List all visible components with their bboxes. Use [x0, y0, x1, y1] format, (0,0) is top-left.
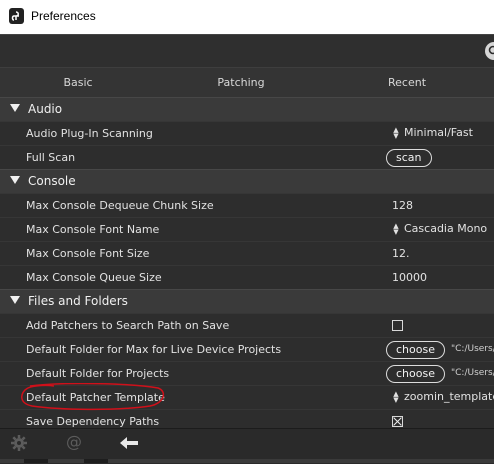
- back-arrow-icon[interactable]: [120, 437, 138, 449]
- updown-arrows-icon: ▲▼: [392, 391, 400, 403]
- red-circle-annotation: [20, 383, 166, 411]
- window-title: Preferences: [31, 9, 96, 23]
- pref-row: Full Scan scan: [0, 145, 494, 170]
- scan-button[interactable]: scan: [386, 149, 432, 167]
- section-console[interactable]: Console: [0, 169, 494, 194]
- pref-row: Max Console Font Name ▲▼ Cascadia Mono: [0, 217, 494, 242]
- pref-row: Default Folder for Max for Live Device P…: [0, 337, 494, 362]
- choose-button[interactable]: choose: [386, 341, 445, 359]
- pref-label: Max Console Queue Size: [26, 271, 162, 284]
- pref-value-field[interactable]: 128: [392, 199, 413, 212]
- pref-row: Max Console Queue Size 10000: [0, 265, 494, 290]
- tab-patching[interactable]: Patching: [217, 76, 264, 89]
- toolbar: [0, 34, 494, 68]
- console-font-menu[interactable]: ▲▼ Cascadia Mono: [392, 222, 487, 235]
- pref-row: Add Patchers to Search Path on Save: [0, 313, 494, 338]
- menu-value: zoomin_template: [404, 390, 494, 403]
- pref-row: Save Dependency Paths: [0, 409, 494, 428]
- pref-row: Audio Plug-In Scanning ▲▼ Minimal/Fast: [0, 121, 494, 146]
- save-dependency-checkbox[interactable]: [392, 416, 403, 427]
- pref-label: Save Dependency Paths: [26, 415, 159, 428]
- menu-value: Minimal/Fast: [404, 126, 473, 139]
- section-files-and-folders[interactable]: Files and Folders: [0, 289, 494, 314]
- pref-label: Max Console Font Name: [26, 223, 159, 236]
- tab-recent[interactable]: Recent: [388, 76, 426, 89]
- at-icon[interactable]: @: [66, 432, 82, 451]
- bottom-strip: [0, 459, 494, 463]
- pref-label: Max Console Font Size: [26, 247, 149, 260]
- pref-label: Add Patchers to Search Path on Save: [26, 319, 229, 332]
- pref-row: Max Console Dequeue Chunk Size 128: [0, 193, 494, 218]
- pref-label: Max Console Dequeue Chunk Size: [26, 199, 214, 212]
- pref-label: Audio Plug-In Scanning: [26, 127, 153, 140]
- menu-value: Cascadia Mono: [404, 222, 487, 235]
- folder-path: "C:/Users/o: [451, 344, 494, 354]
- pref-label: Full Scan: [26, 151, 75, 164]
- add-patchers-checkbox[interactable]: [392, 320, 403, 331]
- gear-icon[interactable]: [10, 434, 28, 452]
- choose-button[interactable]: choose: [386, 365, 445, 383]
- pref-row: Max Console Font Size 12.: [0, 241, 494, 266]
- pref-value-field[interactable]: 12.: [392, 247, 410, 260]
- disclosure-triangle-icon[interactable]: [10, 176, 20, 184]
- updown-arrows-icon: ▲▼: [392, 223, 400, 235]
- max-app-icon: [9, 8, 24, 24]
- section-label: Audio: [28, 102, 62, 116]
- tab-bar: Basic Patching Recent: [0, 67, 494, 99]
- pref-label: Default Folder for Projects: [26, 367, 169, 380]
- section-label: Files and Folders: [28, 294, 128, 308]
- disclosure-triangle-icon[interactable]: [10, 296, 20, 304]
- disclosure-triangle-icon[interactable]: [10, 104, 20, 112]
- updown-arrows-icon: ▲▼: [392, 127, 400, 139]
- preferences-list: Audio Audio Plug-In Scanning ▲▼ Minimal/F…: [0, 97, 494, 428]
- search-icon[interactable]: [485, 42, 494, 60]
- folder-path: "C:/Users/o: [451, 368, 494, 378]
- section-audio[interactable]: Audio: [0, 97, 494, 122]
- title-bar: Preferences: [0, 0, 494, 34]
- tab-basic[interactable]: Basic: [63, 76, 92, 89]
- audio-scanning-menu[interactable]: ▲▼ Minimal/Fast: [392, 126, 473, 139]
- pref-value-field[interactable]: 10000: [392, 271, 427, 284]
- section-label: Console: [28, 174, 76, 188]
- pref-label: Default Folder for Max for Live Device P…: [26, 343, 281, 356]
- patcher-template-menu[interactable]: ▲▼ zoomin_template: [392, 390, 494, 403]
